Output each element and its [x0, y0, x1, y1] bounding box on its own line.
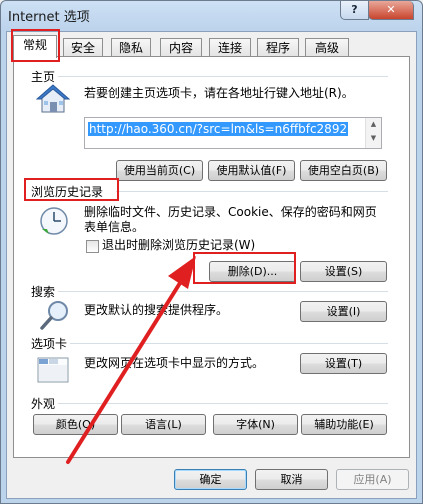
annotation-arrow — [66, 256, 196, 464]
